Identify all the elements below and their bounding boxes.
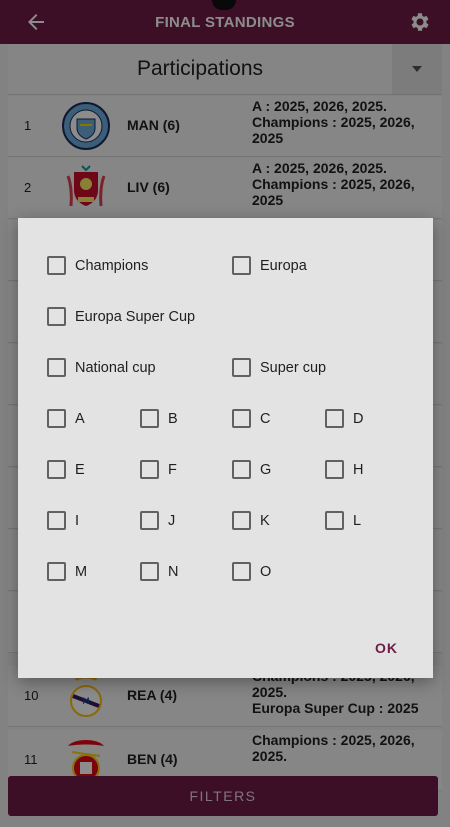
checkbox-box[interactable] xyxy=(325,511,344,530)
checkbox-box[interactable] xyxy=(140,409,159,428)
checkbox-b[interactable]: B xyxy=(140,409,178,428)
checkbox-box[interactable] xyxy=(47,409,66,428)
checkbox-champions[interactable]: Champions xyxy=(47,256,148,275)
checkbox-label: F xyxy=(168,461,177,478)
checkbox-n[interactable]: N xyxy=(140,562,178,581)
checkbox-label: A xyxy=(75,410,85,427)
checkbox-box[interactable] xyxy=(47,511,66,530)
checkbox-box[interactable] xyxy=(232,511,251,530)
checkbox-label: Europa xyxy=(260,257,307,274)
checkbox-box[interactable] xyxy=(140,511,159,530)
checkbox-super-cup[interactable]: Super cup xyxy=(232,358,326,377)
checkbox-l[interactable]: L xyxy=(325,511,361,530)
checkbox-box[interactable] xyxy=(232,460,251,479)
checkbox-europa[interactable]: Europa xyxy=(232,256,307,275)
checkbox-label: G xyxy=(260,461,272,478)
checkbox-label: L xyxy=(353,512,362,529)
checkbox-label: N xyxy=(168,563,179,580)
checkbox-j[interactable]: J xyxy=(140,511,175,530)
checkbox-box[interactable] xyxy=(47,460,66,479)
checkbox-box[interactable] xyxy=(325,409,344,428)
checkbox-europa-super-cup[interactable]: Europa Super Cup xyxy=(47,307,195,326)
checkbox-label: J xyxy=(168,512,176,529)
checkbox-label: O xyxy=(260,563,272,580)
checkbox-label: B xyxy=(168,410,178,427)
checkbox-box[interactable] xyxy=(232,562,251,581)
checkbox-label: K xyxy=(260,512,270,529)
checkbox-box[interactable] xyxy=(47,562,66,581)
checkbox-label: D xyxy=(353,410,364,427)
checkbox-label: National cup xyxy=(75,359,156,376)
checkbox-national-cup[interactable]: National cup xyxy=(47,358,156,377)
checkbox-e[interactable]: E xyxy=(47,460,85,479)
checkbox-box[interactable] xyxy=(232,358,251,377)
checkbox-f[interactable]: F xyxy=(140,460,177,479)
checkbox-o[interactable]: O xyxy=(232,562,271,581)
ok-button[interactable]: OK xyxy=(375,640,398,656)
checkbox-d[interactable]: D xyxy=(325,409,363,428)
checkbox-box[interactable] xyxy=(232,256,251,275)
checkbox-g[interactable]: G xyxy=(232,460,271,479)
checkbox-box[interactable] xyxy=(232,409,251,428)
filter-dialog: Champions Europa Europa Super Cup Nation… xyxy=(18,218,433,678)
checkbox-h[interactable]: H xyxy=(325,460,363,479)
checkbox-box[interactable] xyxy=(325,460,344,479)
checkbox-label: H xyxy=(353,461,364,478)
checkbox-label: C xyxy=(260,410,271,427)
checkbox-i[interactable]: I xyxy=(47,511,79,530)
checkbox-label: Europa Super Cup xyxy=(75,308,196,325)
checkbox-label: E xyxy=(75,461,85,478)
checkbox-box[interactable] xyxy=(47,256,66,275)
checkbox-box[interactable] xyxy=(140,460,159,479)
checkbox-box[interactable] xyxy=(47,358,66,377)
checkbox-c[interactable]: C xyxy=(232,409,270,428)
checkbox-label: M xyxy=(75,563,88,580)
checkbox-label: Super cup xyxy=(260,359,327,376)
checkbox-a[interactable]: A xyxy=(47,409,85,428)
checkbox-label: I xyxy=(75,512,80,529)
checkbox-label: Champions xyxy=(75,257,149,274)
checkbox-k[interactable]: K xyxy=(232,511,270,530)
checkbox-box[interactable] xyxy=(140,562,159,581)
checkbox-box[interactable] xyxy=(47,307,66,326)
checkbox-m[interactable]: M xyxy=(47,562,87,581)
